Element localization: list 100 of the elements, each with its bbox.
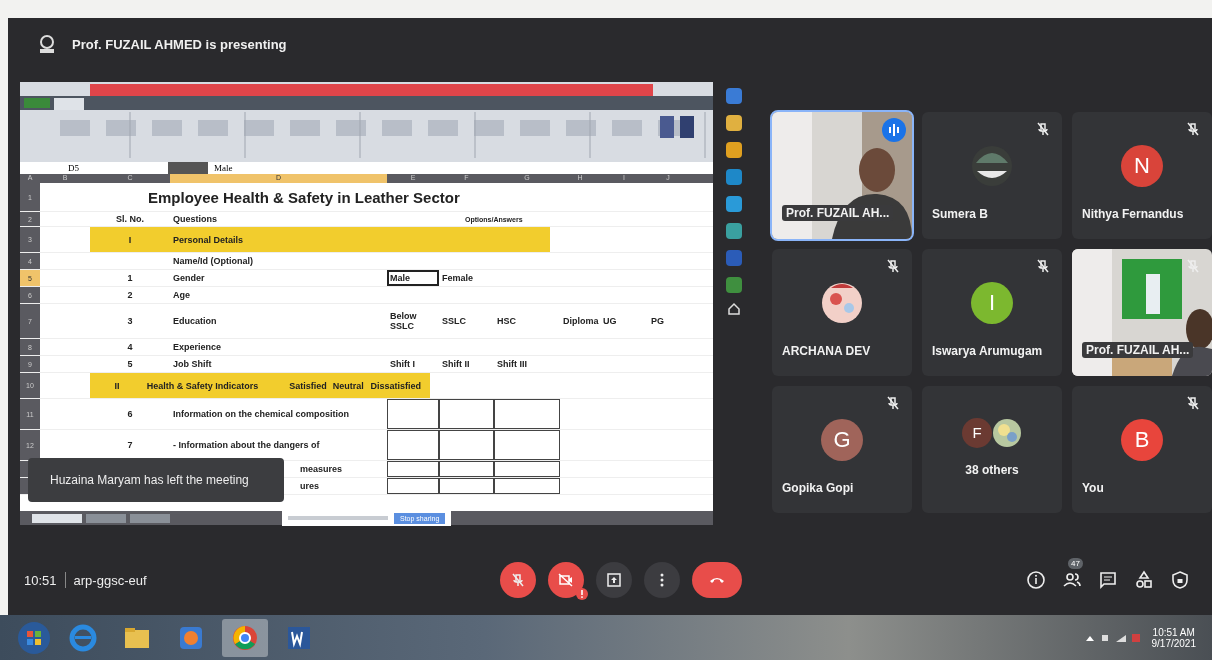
host-controls-button[interactable] (1170, 570, 1190, 590)
answer-cell (387, 461, 439, 477)
warning-icon (576, 588, 588, 600)
table-cell-text: PG (650, 316, 665, 326)
answer-cell (439, 461, 494, 477)
table-cell-text: Below SSLC (389, 311, 418, 331)
answer-cell (387, 399, 439, 429)
avatar: I (971, 281, 1013, 324)
table-cell-text: Age (172, 290, 191, 300)
participant-tile[interactable]: Sumera B (922, 112, 1062, 239)
table-cell-text: HSC (496, 316, 517, 326)
answer-cell (494, 399, 560, 429)
participant-tile[interactable]: G Gopika Gopi (772, 386, 912, 513)
table-cell-text: Female (441, 273, 475, 283)
avatar: B (1121, 418, 1163, 461)
present-button[interactable] (596, 562, 632, 598)
count-badge: 47 (1068, 558, 1083, 569)
answer-cell (494, 461, 560, 477)
table-cell-text: I (127, 234, 133, 245)
formula-field[interactable]: Male (208, 163, 233, 173)
answer-cell (494, 478, 560, 494)
start-button[interactable] (16, 619, 52, 656)
table-cell-text: Questions (172, 214, 218, 224)
table-cell-text: 2 (126, 290, 134, 300)
participant-tile[interactable]: Prof. FUZAIL AH... (1072, 249, 1212, 376)
app-icon[interactable] (724, 221, 744, 241)
table-cell-text: 5 (126, 359, 134, 369)
table-cell-text: Dissatisfied (369, 380, 422, 391)
answer-cell (387, 478, 439, 494)
notification-toast: Huzaina Maryam has left the meeting (28, 458, 284, 502)
table-cell-text: - Information about the dangers of (172, 440, 321, 450)
participant-name: Gopika Gopi (782, 481, 854, 495)
table-cell-text: Shift I (389, 359, 416, 369)
table-cell-text: Information on the chemical composition (172, 409, 350, 419)
participant-tile[interactable]: N Nithya Fernandus (1072, 112, 1212, 239)
avatar: N (1121, 144, 1163, 187)
app-icon[interactable] (724, 275, 744, 295)
speaking-icon (882, 118, 906, 142)
answer-cell (439, 399, 494, 429)
chrome-icon[interactable] (222, 618, 268, 657)
participant-tile[interactable]: F 38 others (922, 386, 1062, 513)
activities-button[interactable] (1134, 570, 1154, 590)
home-icon[interactable] (727, 302, 741, 316)
meeting-code: arp-ggsc-euf (73, 572, 147, 588)
table-cell-text: 1 (126, 273, 134, 283)
table-cell-text: Job Shift (172, 359, 213, 369)
participant-name: Prof. FUZAIL AH... (1082, 342, 1194, 358)
camera-off-icon (558, 572, 574, 588)
participant-name: ARCHANA DEV (782, 344, 871, 358)
app-icon[interactable] (724, 86, 744, 106)
muted-mic-icon (510, 572, 526, 588)
table-cell-text: 3 (126, 316, 134, 326)
table-cell-text: Personal Details (172, 234, 245, 245)
app-icon[interactable] (724, 140, 744, 160)
table-cell-text: II (113, 380, 121, 391)
participant-tile[interactable]: B You (1072, 386, 1212, 513)
table-cell-text: SSLC (441, 316, 467, 326)
table-cell-text: measures (299, 464, 344, 474)
table-cell-text: Shift II (441, 359, 471, 369)
participant-name: Sumera B (932, 207, 989, 221)
table-cell-text: 6 (126, 409, 134, 419)
app-icon[interactable] (724, 113, 744, 133)
participant-name: You (1082, 481, 1104, 495)
name-box[interactable]: D5 (20, 163, 168, 173)
table-cell-text: Gender (172, 273, 206, 283)
avatar: G (821, 418, 863, 461)
clock-time: 10:51 AM (1152, 626, 1195, 638)
clock-date: 9/17/2021 (1151, 637, 1196, 649)
app-icon[interactable] (724, 167, 744, 187)
answer-cell (494, 430, 560, 460)
table-cell-text: 7 (126, 440, 134, 450)
participant-name: 38 others (964, 463, 1020, 477)
table-cell-text: Neutral (331, 380, 365, 391)
participant-tile[interactable]: Prof. FUZAIL AH... (772, 112, 912, 239)
presenter-text: Prof. FUZAIL AHMED is presenting (72, 36, 287, 52)
participant-tile[interactable]: I Iswarya Arumugam (922, 249, 1062, 376)
mic-off-button[interactable] (500, 562, 536, 598)
more-options-button[interactable] (644, 562, 680, 598)
answer-cell (439, 430, 494, 460)
participant-tile[interactable]: ARCHANA DEV (772, 249, 912, 376)
table-cell-text: Health & Safety Indicators (145, 380, 260, 391)
answer-cell (387, 430, 439, 460)
table-cell-text: Diploma (562, 316, 600, 326)
avatar: F (962, 417, 992, 448)
chat-button[interactable] (1098, 570, 1118, 590)
avatar (992, 417, 1022, 448)
table-cell: Male (387, 270, 439, 286)
answer-cell (439, 478, 494, 494)
participant-name: Iswarya Arumugam (932, 344, 1043, 358)
table-cell-text: Sl. No. (115, 214, 145, 224)
info-button[interactable] (1026, 570, 1046, 590)
table-cell-text: Satisfied (288, 380, 328, 391)
sheet-title: Employee Health & Safety in Leather Sector (147, 188, 461, 206)
table-cell-text: Education (172, 316, 218, 326)
app-icon[interactable] (724, 194, 744, 214)
end-call-button[interactable] (692, 562, 742, 598)
table-cell-text: Shift III (496, 359, 528, 369)
table-cell-text: Name/Id (Optional) (172, 256, 254, 266)
present-icon (606, 572, 622, 588)
table-cell-text: UG (602, 316, 618, 326)
